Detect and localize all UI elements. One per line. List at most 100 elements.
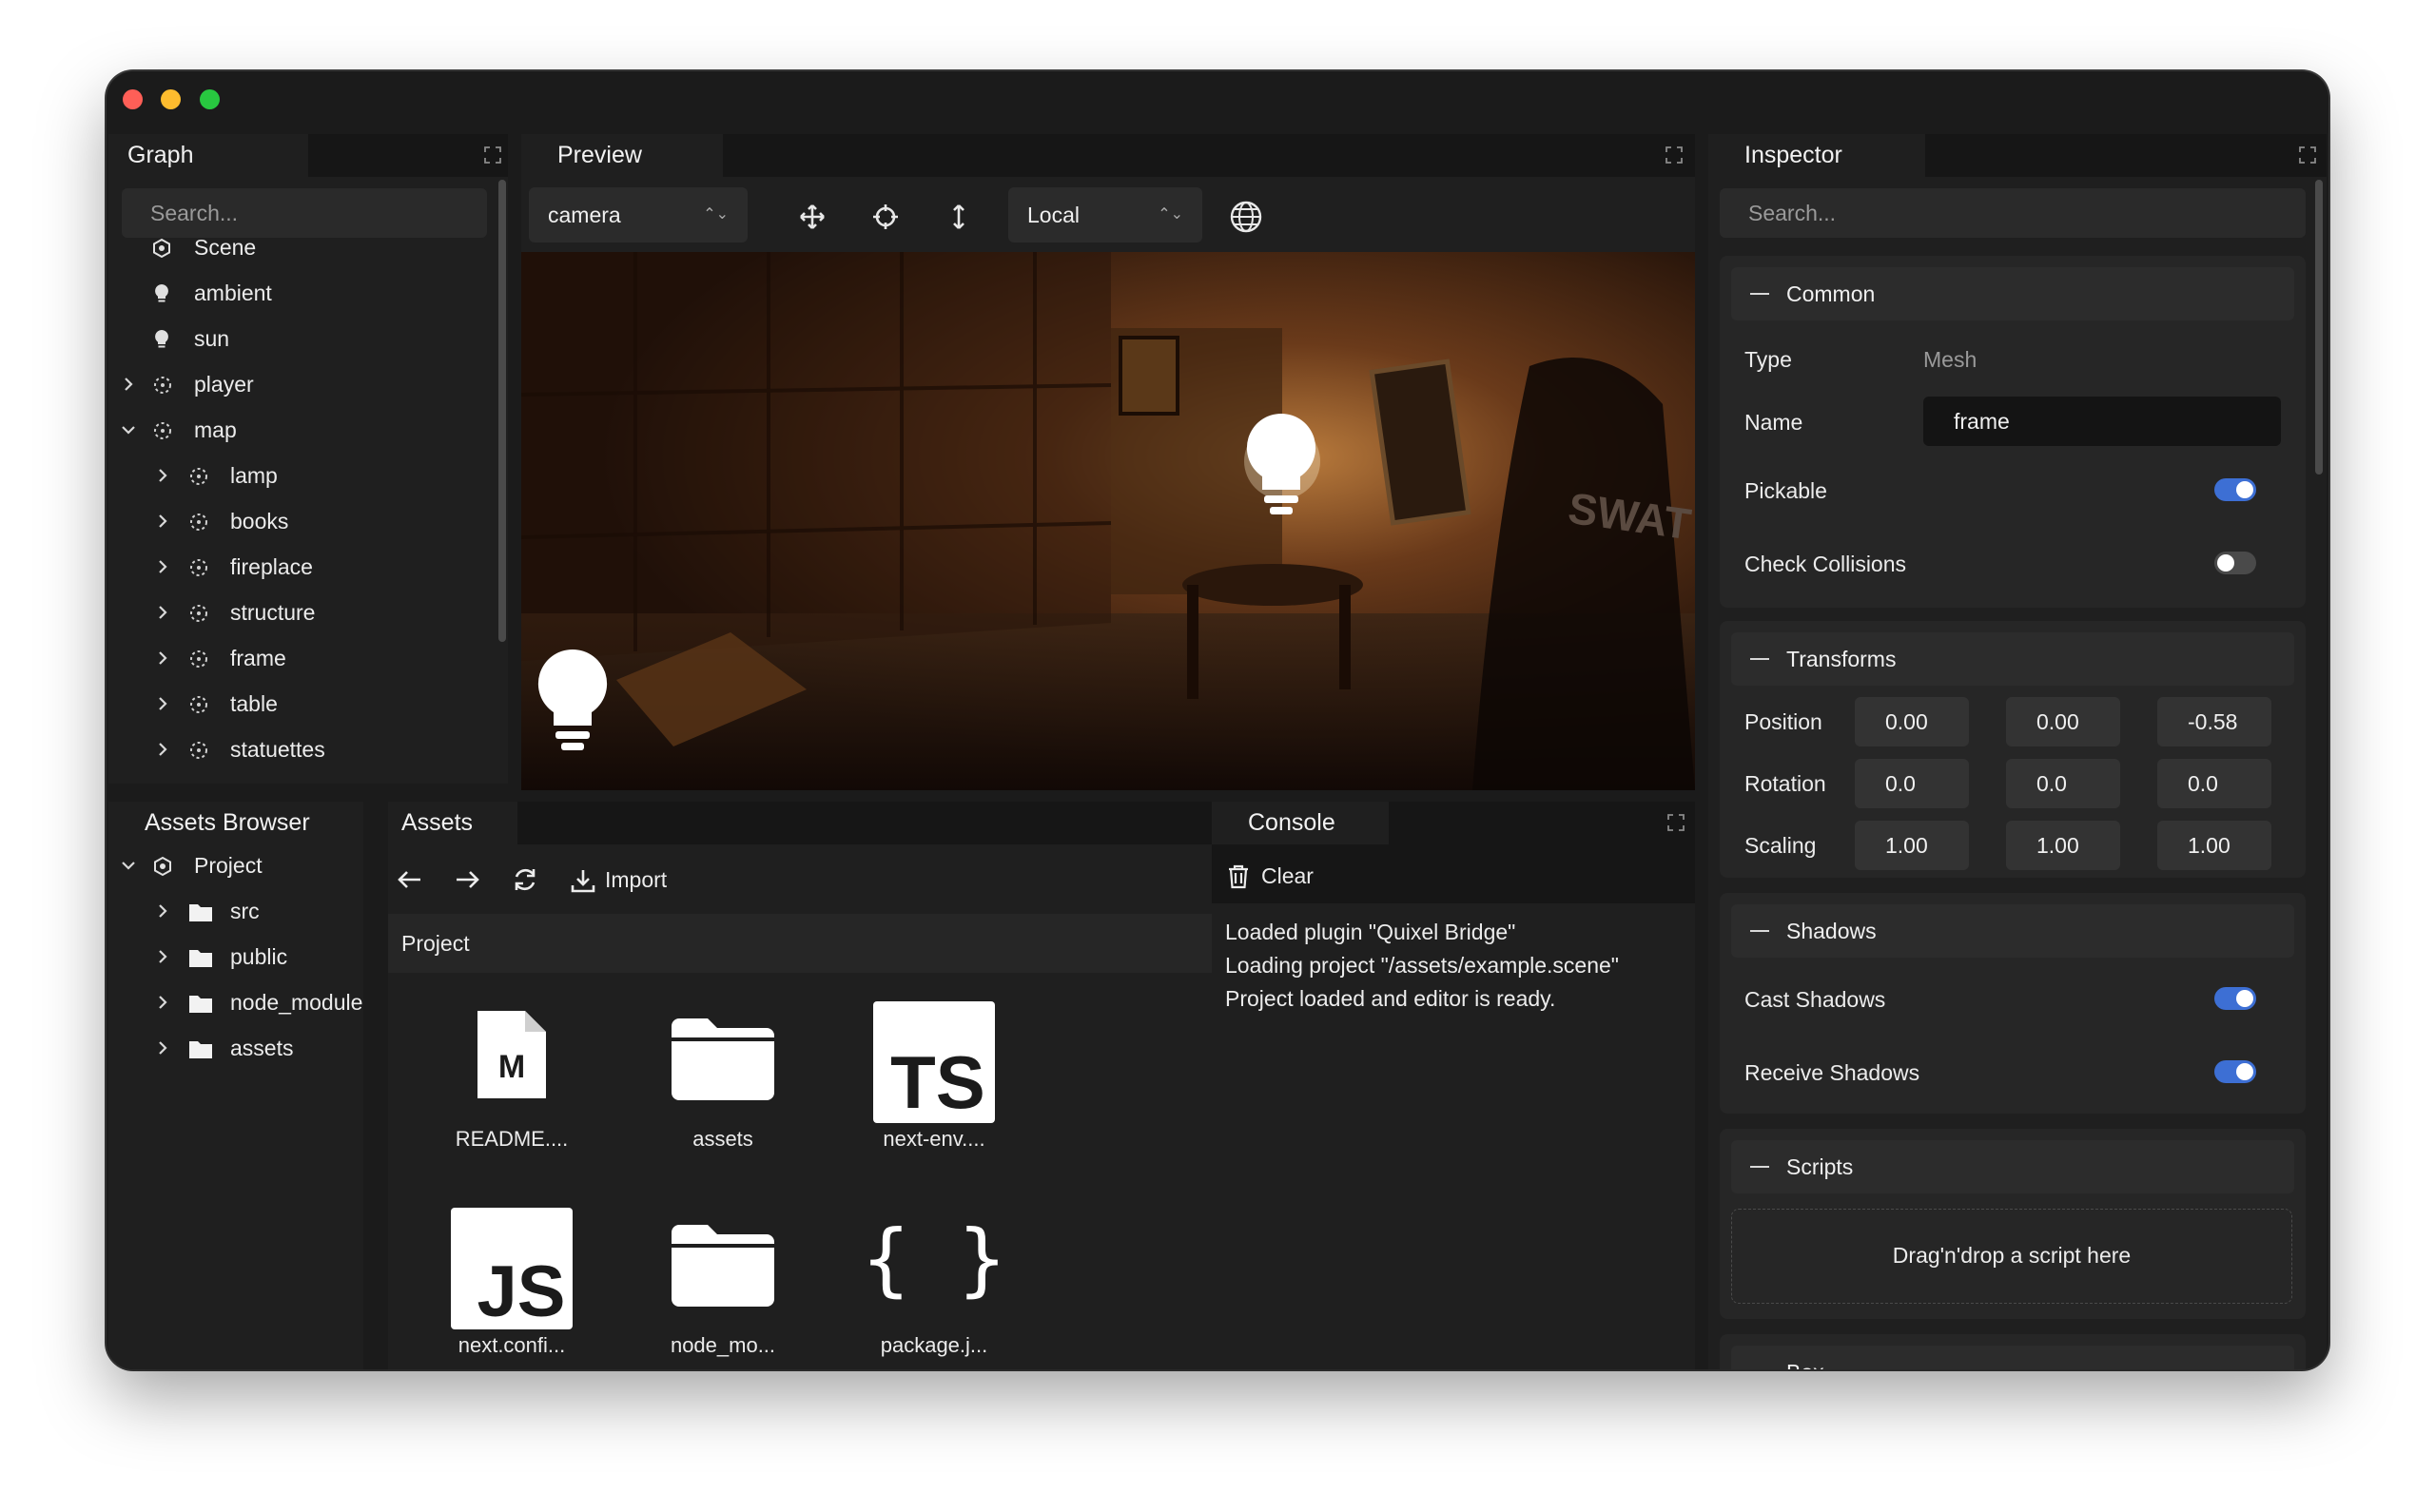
scaling-label: Scaling	[1744, 833, 1817, 858]
tree-item-node-modules[interactable]: node_modules	[108, 981, 363, 1023]
tree-item-scene[interactable]: Scene	[108, 226, 489, 268]
name-input[interactable]: frame	[1923, 397, 2281, 446]
tree-item-label: assets	[230, 1036, 294, 1060]
tree-item-books[interactable]: books	[108, 500, 489, 542]
import-button[interactable]: Import	[571, 861, 667, 899]
box-section-header[interactable]: Box	[1731, 1346, 2294, 1369]
tab-assets[interactable]: Assets	[388, 802, 517, 844]
refresh-icon[interactable]	[512, 866, 538, 893]
inspector-scrollbar[interactable]	[2315, 180, 2323, 475]
rotation-z-input[interactable]: 0.0	[2157, 759, 2271, 808]
pickable-toggle[interactable]	[2214, 478, 2256, 501]
tree-item-label: node_modules	[230, 990, 363, 1015]
asset-tile-next-env[interactable]: TS next-env....	[839, 1001, 1029, 1163]
expand-icon[interactable]	[1666, 813, 1685, 832]
tree-item-table[interactable]: table	[108, 683, 489, 725]
scripts-section-header[interactable]: Scripts	[1731, 1140, 2294, 1193]
scaling-x-input[interactable]: 1.00	[1855, 821, 1969, 870]
chevron-right-icon[interactable]	[156, 557, 169, 576]
chevron-right-icon[interactable]	[156, 993, 169, 1012]
camera-select[interactable]: camera ⌃⌄	[529, 187, 748, 242]
globe-icon[interactable]	[1229, 200, 1263, 234]
tab-assets-browser[interactable]: Assets Browser	[108, 802, 363, 844]
chevron-right-icon[interactable]	[156, 947, 169, 966]
tree-item-map[interactable]: map	[108, 409, 489, 451]
clear-console-button[interactable]: Clear	[1227, 857, 1314, 895]
tree-item-lamp[interactable]: lamp	[108, 455, 489, 496]
tree-item-sun[interactable]: sun	[108, 318, 489, 359]
mesh-node-icon	[190, 605, 207, 622]
scene-viewport[interactable]: SWAT	[521, 252, 1695, 790]
script-drop-zone[interactable]: Drag'n'drop a script here	[1731, 1209, 2292, 1304]
chevron-right-icon[interactable]	[156, 694, 169, 713]
chevron-right-icon[interactable]	[122, 375, 135, 394]
arrow-left-icon[interactable]	[398, 868, 422, 891]
chevron-right-icon[interactable]	[156, 649, 169, 668]
move-icon[interactable]	[799, 204, 826, 230]
position-z-input[interactable]: -0.58	[2157, 697, 2271, 746]
space-select[interactable]: Local ⌃⌄	[1008, 187, 1202, 242]
rotation-x-input[interactable]: 0.0	[1855, 759, 1969, 808]
tree-item-label: sun	[194, 326, 230, 351]
asset-tile-readme[interactable]: M README....	[417, 1001, 607, 1163]
tab-console[interactable]: Console	[1212, 802, 1389, 844]
inspector-panel: Inspector Search... Common Type Mesh Nam…	[1708, 134, 2327, 1369]
scaling-z-input[interactable]: 1.00	[2157, 821, 2271, 870]
minimize-window-button[interactable]	[161, 89, 181, 109]
section-title: Box	[1786, 1360, 1824, 1369]
scale-vertical-icon[interactable]	[945, 203, 972, 231]
receive-shadows-toggle[interactable]	[2214, 1060, 2256, 1083]
rotation-label: Rotation	[1744, 771, 1826, 796]
position-x-input[interactable]: 0.00	[1855, 697, 1969, 746]
asset-tile-node-modules[interactable]: node_mo...	[628, 1208, 818, 1369]
check-collisions-label: Check Collisions	[1744, 552, 1907, 576]
rotation-y-input[interactable]: 0.0	[2006, 759, 2120, 808]
common-section-header[interactable]: Common	[1731, 267, 2294, 320]
tree-item-label: src	[230, 899, 260, 923]
tree-item-label: table	[230, 691, 278, 716]
asset-label: README....	[455, 1127, 569, 1151]
cast-shadows-toggle[interactable]	[2214, 987, 2256, 1010]
chevron-right-icon[interactable]	[156, 1038, 169, 1057]
tab-inspector[interactable]: Inspector	[1708, 134, 1925, 177]
tree-item-fireplace[interactable]: fireplace	[108, 546, 489, 588]
position-y-input[interactable]: 0.00	[2006, 697, 2120, 746]
asset-tile-package-json[interactable]: { } package.j...	[839, 1208, 1029, 1369]
chevron-right-icon[interactable]	[156, 466, 169, 485]
arrow-right-icon[interactable]	[455, 868, 479, 891]
tree-item-structure[interactable]: structure	[108, 591, 489, 633]
tree-item-ambient[interactable]: ambient	[108, 272, 489, 314]
inspector-search-input[interactable]: Search...	[1720, 188, 2306, 238]
light-bulb-icon	[155, 284, 168, 302]
tree-item-assets[interactable]: assets	[108, 1027, 363, 1069]
tree-item-frame[interactable]: frame	[108, 637, 489, 679]
chevron-right-icon[interactable]	[156, 512, 169, 531]
asset-tile-assets-folder[interactable]: assets	[628, 1001, 818, 1163]
name-label: Name	[1744, 410, 1803, 435]
expand-icon[interactable]	[1665, 145, 1684, 165]
tree-item-statuettes[interactable]: statuettes	[108, 728, 489, 770]
check-collisions-toggle[interactable]	[2214, 552, 2256, 574]
chevron-right-icon[interactable]	[156, 603, 169, 622]
collapse-icon	[1750, 1166, 1769, 1168]
maximize-window-button[interactable]	[200, 89, 220, 109]
scaling-y-input[interactable]: 1.00	[2006, 821, 2120, 870]
rotate-target-icon[interactable]	[872, 204, 899, 230]
shadows-section-header[interactable]: Shadows	[1731, 904, 2294, 958]
chevron-right-icon[interactable]	[156, 740, 169, 759]
tab-preview[interactable]: Preview	[521, 134, 723, 177]
expand-icon[interactable]	[2298, 145, 2317, 165]
chevron-right-icon[interactable]	[156, 901, 169, 921]
tree-item-public[interactable]: public	[108, 936, 363, 978]
expand-icon[interactable]	[483, 145, 502, 165]
tree-item-project[interactable]: Project	[108, 844, 363, 886]
tab-graph[interactable]: Graph	[108, 134, 308, 177]
chevron-down-icon[interactable]	[120, 856, 137, 875]
tree-item-src[interactable]: src	[108, 890, 363, 932]
graph-scrollbar[interactable]	[498, 180, 506, 642]
close-window-button[interactable]	[123, 89, 143, 109]
asset-tile-next-config[interactable]: JS next.confi...	[417, 1208, 607, 1369]
tree-item-player[interactable]: player	[108, 363, 489, 405]
transforms-section-header[interactable]: Transforms	[1731, 632, 2294, 686]
chevron-down-icon[interactable]	[120, 420, 137, 439]
